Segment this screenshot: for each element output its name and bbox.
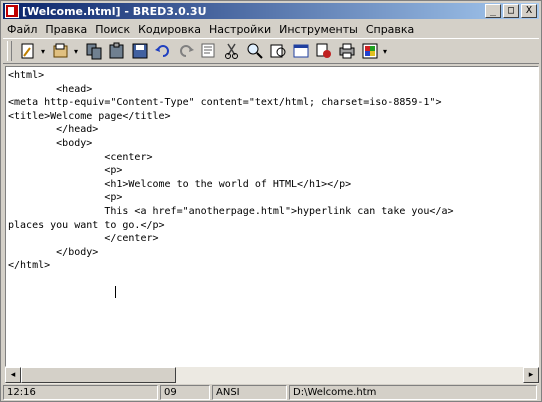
minimize-button[interactable]: _ [485, 4, 501, 18]
undo-icon[interactable] [153, 41, 173, 61]
save-icon[interactable] [130, 41, 150, 61]
cut-icon[interactable] [222, 41, 242, 61]
status-encoding: ANSI [212, 385, 287, 400]
find-icon[interactable] [199, 41, 219, 61]
code-line[interactable]: </center> [8, 233, 158, 244]
code-line[interactable]: This <a href="anotherpage.html">hyperlin… [8, 206, 453, 217]
code-line[interactable]: <body> [8, 138, 92, 149]
new-icon[interactable] [18, 41, 38, 61]
code-line[interactable]: </html> [8, 260, 50, 271]
paste-icon[interactable] [107, 41, 127, 61]
toolbar: ▾ ▾ ▾ [3, 38, 539, 64]
scroll-left-button[interactable]: ◂ [5, 367, 21, 383]
app-icon [5, 4, 19, 18]
text-caret [115, 286, 116, 298]
code-line[interactable]: <title>Welcome page</title> [8, 111, 171, 122]
status-position: 12:16 [3, 385, 158, 400]
horizontal-scrollbar[interactable]: ◂ ▸ [5, 367, 539, 384]
window-controls: _ □ X [485, 4, 537, 18]
window-title: [Welcome.html] - BRED3.0.3U [22, 4, 207, 18]
toolbar-grip[interactable] [7, 41, 12, 61]
menu-file[interactable]: Файл [3, 23, 41, 36]
open-dropdown-icon[interactable]: ▾ [74, 47, 80, 56]
menu-help[interactable]: Справка [362, 23, 418, 36]
code-line[interactable]: <p> [8, 192, 122, 203]
status-column: 09 [160, 385, 210, 400]
code-text[interactable]: <html> <head> <meta http-equiv="Content-… [8, 69, 454, 273]
window-icon[interactable] [291, 41, 311, 61]
zoom-icon[interactable] [245, 41, 265, 61]
code-line[interactable]: <center> [8, 152, 152, 163]
print-icon[interactable] [337, 41, 357, 61]
tools-icon[interactable] [314, 41, 334, 61]
maximize-button[interactable]: □ [503, 4, 519, 18]
menu-edit[interactable]: Правка [41, 23, 91, 36]
close-button[interactable]: X [521, 4, 537, 18]
code-line[interactable]: </head> [8, 124, 98, 135]
redo-icon[interactable] [176, 41, 196, 61]
title-bar: [Welcome.html] - BRED3.0.3U _ □ X [3, 3, 539, 19]
menu-tools[interactable]: Инструменты [275, 23, 362, 36]
menu-bar: Файл Правка Поиск Кодировка Настройки Ин… [3, 21, 539, 37]
copy-icon[interactable] [84, 41, 104, 61]
code-line[interactable]: </body> [8, 247, 98, 258]
replace-icon[interactable] [268, 41, 288, 61]
app-window: [Welcome.html] - BRED3.0.3U _ □ X Файл П… [0, 0, 542, 402]
scroll-thumb[interactable] [21, 367, 176, 383]
code-line[interactable]: <p> [8, 165, 122, 176]
code-editor[interactable]: <html> <head> <meta http-equiv="Content-… [5, 66, 539, 367]
menu-encoding[interactable]: Кодировка [134, 23, 205, 36]
scroll-right-button[interactable]: ▸ [523, 367, 539, 383]
palette-icon[interactable] [360, 41, 380, 61]
menu-search[interactable]: Поиск [91, 23, 134, 36]
code-line[interactable]: <html> [8, 70, 44, 81]
code-line[interactable]: <h1>Welcome to the world of HTML</h1></p… [8, 179, 351, 190]
status-path: D:\Welcome.htm [289, 385, 537, 400]
code-line[interactable]: <meta http-equiv="Content-Type" content=… [8, 97, 441, 108]
menu-settings[interactable]: Настройки [205, 23, 275, 36]
code-line[interactable]: <head> [8, 84, 92, 95]
status-bar: 12:16 09 ANSI D:\Welcome.htm [3, 385, 539, 401]
code-line[interactable]: places you want to go.</p> [8, 220, 165, 231]
palette-dropdown-icon[interactable]: ▾ [383, 47, 389, 56]
open-icon[interactable] [51, 41, 71, 61]
new-dropdown-icon[interactable]: ▾ [41, 47, 47, 56]
